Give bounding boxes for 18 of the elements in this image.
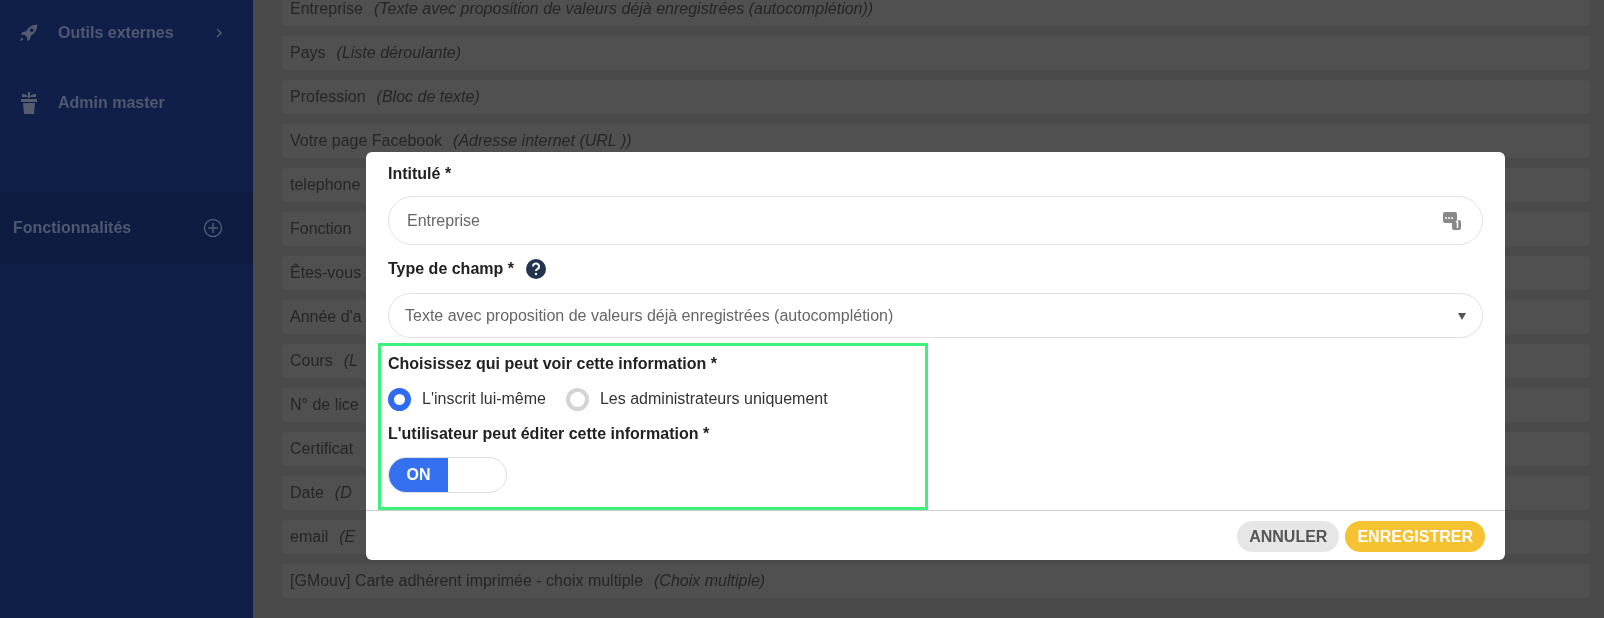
- sidebar-section[interactable]: Fonctionnalités: [0, 192, 253, 264]
- field-label: L'utilisateur peut éditer cette information *: [388, 424, 711, 444]
- cancel-button[interactable]: ANNULER: [1237, 521, 1340, 552]
- save-button[interactable]: ENREGISTRER: [1345, 521, 1485, 552]
- help-icon[interactable]: [525, 259, 546, 279]
- field-label: Intitulé *: [388, 164, 453, 184]
- radio-label[interactable]: L'inscrit lui-même: [422, 387, 546, 411]
- rocket-icon: [18, 22, 40, 44]
- add-icon[interactable]: [203, 218, 223, 238]
- radio-button[interactable]: [388, 387, 411, 411]
- potted-plant-icon: [19, 90, 39, 116]
- field-label: Choisissez qui peut voir cette information *: [388, 354, 718, 374]
- radio-label[interactable]: Les administrateurs uniquement: [599, 387, 828, 411]
- dropdown-caret-icon: [1458, 311, 1466, 320]
- field-label: Type de champ *: [388, 259, 514, 279]
- sidebar-item[interactable]: Outils externes: [0, 14, 253, 52]
- translation-icon[interactable]: [1442, 210, 1462, 231]
- sidebar-item[interactable]: Admin master: [0, 84, 253, 122]
